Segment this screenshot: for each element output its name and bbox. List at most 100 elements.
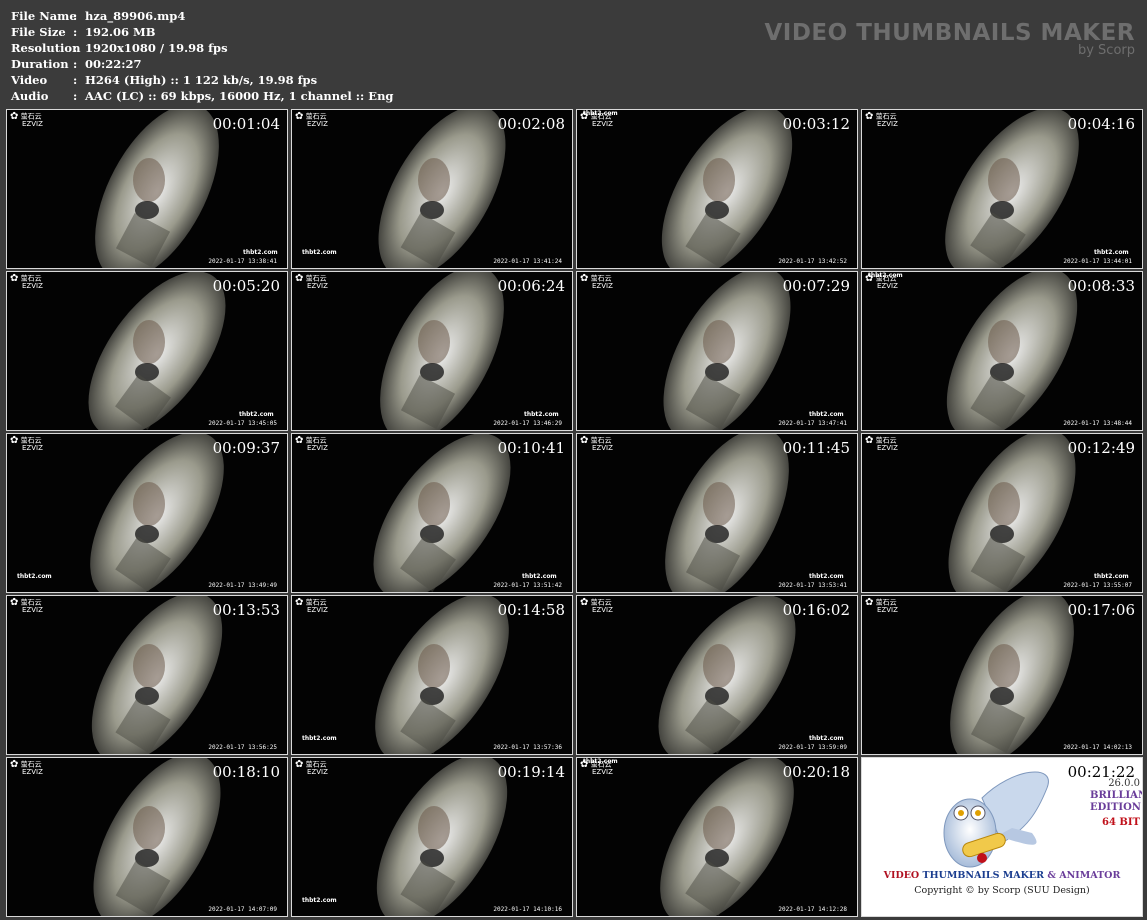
info-label: Audio [11, 89, 49, 103]
ezviz-logo-en: EZVIZ [877, 443, 898, 452]
video-thumbnail[interactable]: ✿ 萤石云 EZVIZ 00:10:41 2022-01-17 13:51:42 thb… [291, 433, 573, 593]
info-separator: : [73, 25, 78, 39]
site-watermark: thbt2.com [524, 411, 559, 418]
ezviz-flower-icon: ✿ [295, 435, 304, 446]
camera-timestamp: 2022-01-17 13:45:05 [208, 420, 277, 427]
bits-label: 64 BIT [1102, 817, 1140, 828]
product-name: VIDEO THUMBNAILS MAKER & ANIMATOR [862, 870, 1142, 881]
camera-timestamp: 2022-01-17 14:07:09 [208, 906, 277, 913]
ezviz-logo: ✿ 萤石云 EZVIZ [295, 435, 328, 452]
ezviz-flower-icon: ✿ [865, 111, 874, 122]
site-watermark: thbt2.com [17, 573, 52, 580]
video-thumbnail[interactable]: ✿ 萤石云 EZVIZ 00:11:45 2022-01-17 13:53:41 thb… [576, 433, 858, 593]
site-watermark: thbt2.com [809, 411, 844, 418]
video-thumbnail[interactable]: ✿ 萤石云 EZVIZ 00:13:53 2022-01-17 13:56:25 [6, 595, 288, 755]
thumbnail-timecode: 00:16:02 [782, 601, 850, 619]
ezviz-logo-en: EZVIZ [877, 281, 898, 290]
camera-timestamp: 2022-01-17 13:59:09 [778, 744, 847, 751]
ezviz-logo: ✿ 萤石云 EZVIZ [580, 274, 613, 290]
ezviz-flower-icon: ✿ [295, 759, 304, 770]
info-label: Video [11, 73, 48, 87]
video-thumbnail[interactable]: ✿ 萤石云 EZVIZ 00:09:37 2022-01-17 13:49:49 thb… [6, 433, 288, 593]
thumbnail-timecode: 00:18:10 [212, 763, 280, 781]
video-thumbnail[interactable]: ✿ 萤石云 EZVIZ 00:19:14 2022-01-17 14:10:16 thb… [291, 757, 573, 917]
ezviz-logo-en: EZVIZ [307, 443, 328, 452]
camera-timestamp: 2022-01-17 13:57:36 [493, 744, 562, 751]
info-row: Resolution:1920x1080 / 19.98 fps [11, 40, 393, 56]
thumbnail-timecode: 00:20:18 [782, 763, 850, 781]
camera-timestamp: 2022-01-17 14:10:16 [493, 906, 562, 913]
ezviz-logo-en: EZVIZ [592, 605, 613, 614]
frame-image [665, 434, 789, 592]
video-thumbnail[interactable]: ✿ 萤石云 EZVIZ 00:20:18 2022-01-17 14:12:28 thb… [576, 757, 858, 917]
info-label: File Size [11, 25, 66, 39]
info-value: H264 (High) :: 1 122 kb/s, 19.98 fps [85, 73, 318, 87]
camera-timestamp: 2022-01-17 14:02:13 [1063, 744, 1132, 751]
video-thumbnail[interactable]: ✿ 萤石云 EZVIZ 00:12:49 2022-01-17 13:55:07 thb… [861, 433, 1143, 593]
info-separator: : [73, 41, 78, 55]
video-thumbnail[interactable]: ✿ 萤石云 EZVIZ 00:14:58 2022-01-17 13:57:36 thb… [291, 595, 573, 755]
video-thumbnail[interactable]: ✿ 萤石云 EZVIZ 00:08:33 2022-01-17 13:48:44 thb… [861, 271, 1143, 431]
video-thumbnail[interactable]: ✿ 萤石云 EZVIZ 00:01:04 2022-01-17 13:38:41 thb… [6, 109, 288, 269]
frame-image [93, 758, 221, 916]
video-thumbnail[interactable]: ✿ 萤石云 EZVIZ 00:05:20 2022-01-17 13:45:05 thb… [6, 271, 288, 431]
thumbnail-timecode: 00:03:12 [782, 115, 850, 133]
info-row: Video: H264 (High) :: 1 122 kb/s, 19.98 f… [11, 72, 393, 88]
ezviz-flower-icon: ✿ [10, 111, 19, 122]
ezviz-logo: ✿ 萤石云 EZVIZ [10, 436, 43, 452]
info-value: 1920x1080 / 19.98 fps [85, 41, 228, 55]
frame-image [380, 272, 504, 430]
info-row: File Size:192.06 MB [11, 24, 393, 40]
ezviz-flower-icon: ✿ [10, 273, 19, 284]
frame-image [376, 758, 508, 916]
ezviz-flower-icon: ✿ [865, 435, 874, 446]
video-thumbnail[interactable]: ✿ 萤石云 EZVIZ 00:18:10 2022-01-17 14:07:09 [6, 757, 288, 917]
ezviz-logo-en: EZVIZ [22, 443, 43, 452]
advert-thumbnail: 00:21:22 26.0.0 BRILLIANCE EDITION 64 BI… [861, 757, 1143, 917]
camera-timestamp: 2022-01-17 13:41:24 [493, 258, 562, 265]
site-watermark: thbt2.com [302, 735, 337, 742]
site-watermark: thbt2.com [1094, 249, 1129, 256]
video-thumbnail[interactable]: ✿ 萤石云 EZVIZ 00:02:08 2022-01-17 13:41:24 thb… [291, 109, 573, 269]
thumbnail-timecode: 00:01:04 [212, 115, 280, 133]
video-thumbnail[interactable]: ✿ 萤石云 EZVIZ 00:17:06 2022-01-17 14:02:13 [861, 595, 1143, 755]
video-thumbnail[interactable]: ✿ 萤石云 EZVIZ 00:04:16 2022-01-17 13:44:01 thb… [861, 109, 1143, 269]
product-word-video: VIDEO [883, 870, 920, 881]
ezviz-flower-icon: ✿ [295, 597, 304, 608]
copyright-text: Copyright © by Scorp (SUU Design) [914, 885, 1090, 896]
ezviz-logo-en: EZVIZ [592, 281, 613, 290]
ezviz-flower-icon: ✿ [580, 435, 589, 446]
ezviz-logo-en: EZVIZ [307, 281, 328, 290]
site-watermark: thbt2.com [1094, 573, 1129, 580]
frame-image [948, 434, 1076, 592]
thumbnail-timecode: 00:04:16 [1067, 115, 1135, 133]
video-thumbnail[interactable]: ✿ 萤石云 EZVIZ 00:07:29 2022-01-17 13:47:41 thb… [576, 271, 858, 431]
ezviz-flower-icon: ✿ [295, 111, 304, 122]
frame-image [95, 110, 219, 268]
frame-image [661, 110, 793, 268]
frame-image [945, 110, 1079, 268]
info-value: 00:22:27 [85, 57, 142, 71]
ezviz-logo: ✿ 萤石云 EZVIZ [865, 435, 898, 452]
info-value: 192.06 MB [85, 25, 156, 39]
video-thumbnail[interactable]: ✿ 萤石云 EZVIZ 00:03:12 2022-01-17 13:42:52 thb… [576, 109, 858, 269]
camera-timestamp: 2022-01-17 13:38:41 [208, 258, 277, 265]
camera-timestamp: 2022-01-17 14:12:28 [778, 906, 847, 913]
info-value: AAC (LC) :: 69 kbps, 16000 Hz, 1 channel… [85, 89, 394, 103]
frame-image [91, 596, 223, 754]
thumbnail-timecode: 00:07:29 [782, 277, 850, 295]
info-separator: : [73, 57, 78, 71]
ezviz-logo: ✿ 萤石云 EZVIZ [580, 598, 613, 614]
ezviz-logo: ✿ 萤石云 EZVIZ [580, 435, 613, 452]
video-thumbnail[interactable]: ✿ 萤石云 EZVIZ 00:06:24 2022-01-17 13:46:29 thb… [291, 271, 573, 431]
ezviz-logo-en: EZVIZ [22, 119, 43, 128]
video-thumbnail[interactable]: ✿ 萤石云 EZVIZ 00:16:02 2022-01-17 13:59:09 thb… [576, 595, 858, 755]
info-value: hza_89906.mp4 [85, 9, 186, 23]
camera-timestamp: 2022-01-17 13:53:41 [778, 582, 847, 589]
camera-timestamp: 2022-01-17 13:48:44 [1063, 420, 1132, 427]
ezviz-flower-icon: ✿ [865, 597, 874, 608]
site-watermark: thbt2.com [809, 573, 844, 580]
ezviz-logo-en: EZVIZ [877, 605, 898, 614]
ezviz-logo-en: EZVIZ [307, 119, 328, 128]
brand-watermark: VIDEO THUMBNAILS MAKER by Scorp [764, 20, 1135, 58]
